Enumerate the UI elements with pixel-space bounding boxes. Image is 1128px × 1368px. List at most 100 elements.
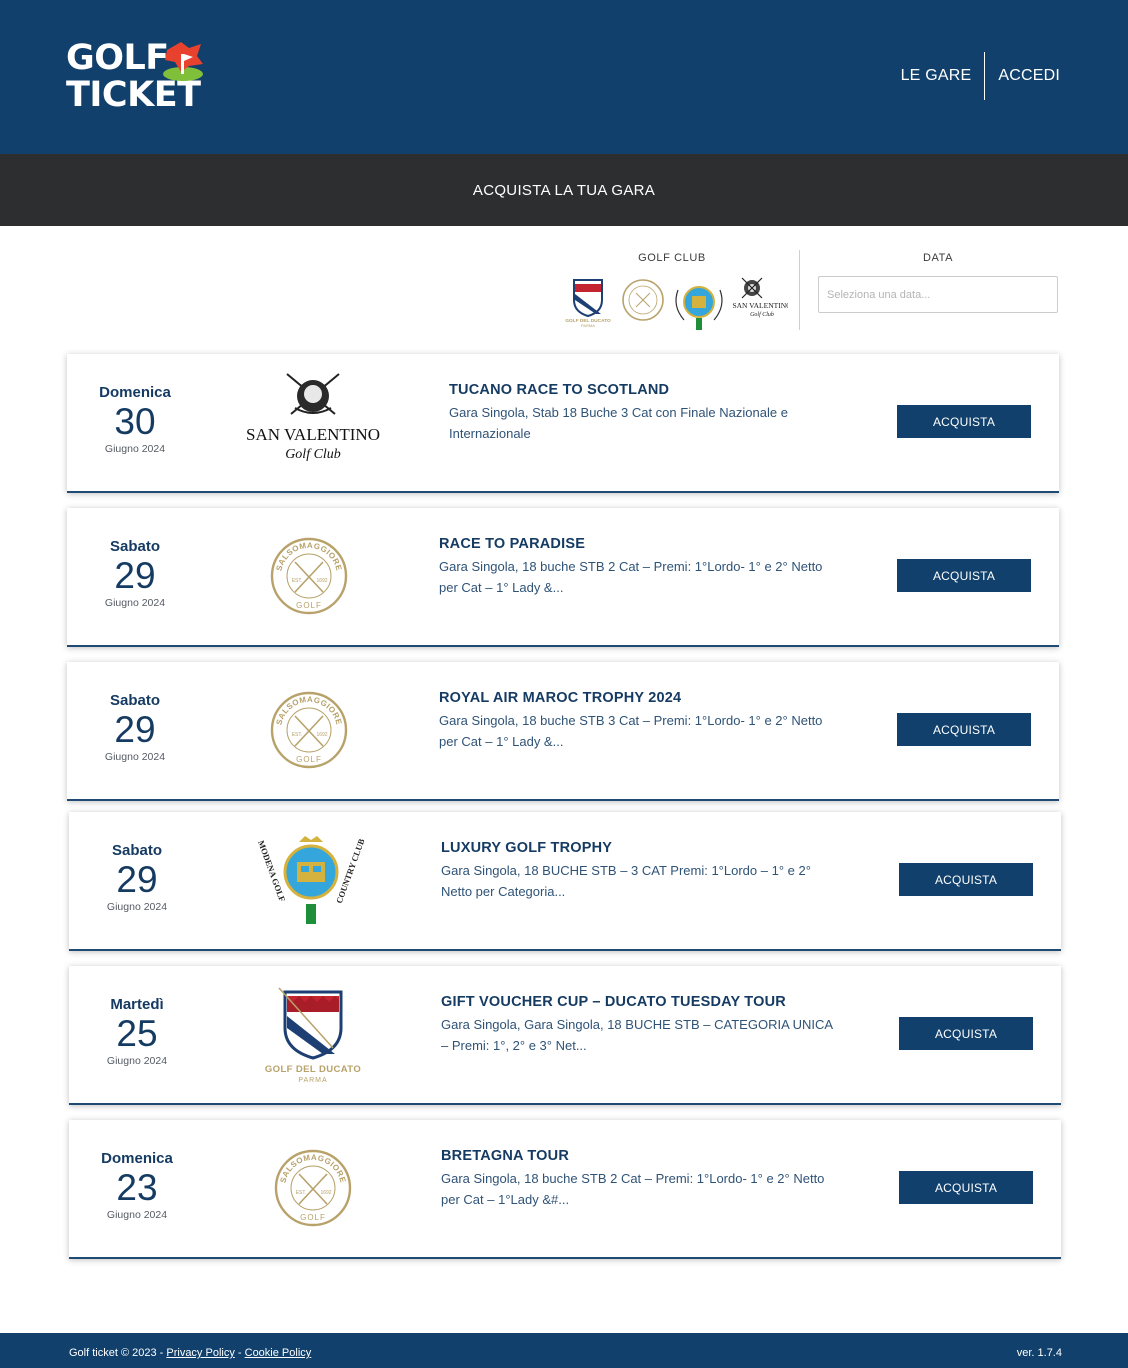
event-description: Gara Singola, Gara Singola, 18 BUCHE STB… (441, 1017, 833, 1053)
site-header: GOLF TICKET LE GARE ACCEDI (0, 0, 1128, 154)
event-day: 30 (114, 401, 156, 442)
ducato-logo: GOLF DEL DUCATO PARMA (265, 987, 361, 1084)
salso-golf: GOLF (300, 1213, 326, 1222)
acquista-button[interactable]: ACQUISTA (897, 713, 1031, 746)
san-valentino-emblem-icon: SAN VALENTINO Golf Club (732, 277, 792, 318)
footer-separator: - (234, 1347, 245, 1359)
page-title: ACQUISTA LA TUA GARA (472, 181, 656, 199)
event-card[interactable]: Sabato 29 Giugno 2024 RACE TO PARADISE Gara … (67, 508, 1059, 647)
modena-crest-icon (675, 286, 723, 330)
event-day: 29 (116, 859, 158, 900)
salso-year: 1692 (316, 578, 327, 584)
main-nav: LE GARE ACCEDI (901, 52, 1060, 100)
event-weekday: Domenica (99, 384, 171, 401)
event-month: Giugno 2024 (104, 443, 166, 455)
salso-year: 1692 (320, 1190, 331, 1196)
acquista-button[interactable]: ACQUISTA (899, 1017, 1033, 1050)
salso-est: EST. (292, 578, 303, 584)
san-valentino-logo: SAN VALENTINO Golf Club (246, 373, 380, 462)
event-day: 23 (116, 1167, 158, 1208)
filter-club-modena[interactable] (670, 276, 728, 332)
event-day: 29 (114, 709, 156, 750)
page-banner: ACQUISTA LA TUA GARA (0, 154, 1128, 226)
filter-club-salsomaggiore[interactable] (620, 276, 666, 322)
site-footer: Golf ticket © 2023 - Privacy Policy - Co… (0, 1333, 1128, 1368)
sanv-logo-line2: Golf Club (285, 447, 341, 462)
event-description: Gara Singola, 18 BUCHE STB – 3 CAT Premi… (441, 863, 811, 899)
salsomaggiore-seal-icon (622, 279, 664, 321)
event-title[interactable]: LUXURY GOLF TROPHY (441, 840, 841, 856)
event-card[interactable]: Domenica 30 Giugno 2024 TUCANO RACE TO SCOT… (67, 354, 1059, 493)
event-card[interactable]: Martedì 25 Giugno 2024 GIFT VOUCHER CUP – D… (69, 966, 1061, 1105)
event-month: Giugno 2024 (106, 1209, 168, 1221)
ducato-logo-name: GOLF DEL DUCATO (265, 1064, 361, 1075)
acquista-button[interactable]: ACQUISTA (899, 863, 1033, 896)
event-title[interactable]: BRETAGNA TOUR (441, 1148, 841, 1164)
salsomaggiore-logo: SALSOMAGGIORE EST. 1692 GOLF (270, 537, 348, 615)
footer-legal: Golf ticket © 2023 - Privacy Policy - Co… (69, 1347, 311, 1359)
event-month: Giugno 2024 (106, 1055, 168, 1067)
event-month: Giugno 2024 (104, 751, 166, 763)
event-title[interactable]: GIFT VOUCHER CUP – DUCATO TUESDAY TOUR (441, 994, 841, 1010)
event-weekday: Domenica (101, 1150, 173, 1167)
event-weekday: Sabato (109, 692, 160, 709)
sanv-mini-line1: SAN VALENTINO (732, 301, 788, 310)
event-month: Giugno 2024 (106, 901, 168, 913)
event-date: Sabato 29 Giugno 2024 (87, 538, 183, 609)
salso-golf: GOLF (296, 755, 322, 764)
date-filter: DATA (818, 252, 1058, 313)
date-picker-input[interactable] (818, 276, 1058, 313)
event-month: Giugno 2024 (104, 597, 166, 609)
salso-golf: GOLF (296, 601, 322, 610)
salso-year: 1692 (316, 732, 327, 738)
event-info: ROYAL AIR MAROC TROPHY 2024 Gara Singola,… (439, 690, 839, 752)
event-title[interactable]: TUCANO RACE TO SCOTLAND (449, 382, 849, 398)
event-date: Domenica 30 Giugno 2024 (87, 384, 183, 455)
acquista-button[interactable]: ACQUISTA (899, 1171, 1033, 1204)
event-card[interactable]: Domenica 23 Giugno 2024 BRETAGNA TOUR Gara S… (69, 1120, 1061, 1259)
event-title[interactable]: RACE TO PARADISE (439, 536, 839, 552)
event-title[interactable]: ROYAL AIR MAROC TROPHY 2024 (439, 690, 839, 706)
date-filter-label: DATA (922, 252, 954, 264)
event-info: TUCANO RACE TO SCOTLAND Gara Singola, Sta… (449, 382, 849, 444)
modena-left-text: MODENA GOLF (256, 839, 287, 903)
filter-divider (799, 250, 800, 330)
acquista-button[interactable]: ACQUISTA (897, 405, 1031, 438)
event-date: Martedì 25 Giugno 2024 (89, 996, 185, 1067)
salsomaggiore-logo: SALSOMAGGIORE EST. 1692 GOLF (270, 691, 348, 769)
event-description: Gara Singola, 18 buche STB 2 Cat – Premi… (441, 1171, 825, 1207)
event-day: 29 (114, 555, 156, 596)
footer-copyright: Golf ticket © 2023 - (69, 1347, 167, 1359)
ducato-shield-icon: GOLF DEL DUCATO PARMA (565, 279, 611, 328)
event-date: Domenica 23 Giugno 2024 (89, 1150, 185, 1221)
golf-ticket-logo[interactable]: GOLF TICKET (66, 40, 216, 124)
filter-club-ducato[interactable]: GOLF DEL DUCATO PARMA (560, 276, 616, 328)
nav-divider (984, 52, 986, 100)
event-description: Gara Singola, 18 buche STB 3 Cat – Premi… (439, 713, 823, 749)
event-day: 25 (116, 1013, 158, 1054)
modena-right-text: COUNTRY CLUB (334, 837, 367, 905)
event-weekday: Sabato (111, 842, 162, 859)
event-card[interactable]: Sabato 29 Giugno 2024 ROYAL AIR MAROC TROPH… (67, 662, 1059, 801)
golf-club-filter-label: GOLF CLUB (638, 252, 706, 264)
salso-est: EST. (296, 1190, 307, 1196)
filter-club-san-valentino[interactable]: SAN VALENTINO Golf Club (732, 276, 792, 324)
salso-est: EST. (292, 732, 303, 738)
event-description: Gara Singola, Stab 18 Buche 3 Cat con Fi… (449, 405, 788, 441)
nav-le-gare[interactable]: LE GARE (901, 67, 972, 85)
event-date: Sabato 29 Giugno 2024 (87, 692, 183, 763)
version-label: ver. 1.7.4 (1016, 1347, 1062, 1359)
cookie-policy-link[interactable]: Cookie Policy (245, 1347, 312, 1359)
event-info: GIFT VOUCHER CUP – DUCATO TUESDAY TOUR Ga… (441, 994, 841, 1056)
event-info: RACE TO PARADISE Gara Singola, 18 buche S… (439, 536, 839, 598)
sanv-logo-line1: SAN VALENTINO (246, 425, 380, 444)
acquista-button[interactable]: ACQUISTA (897, 559, 1031, 592)
event-info: BRETAGNA TOUR Gara Singola, 18 buche STB … (441, 1148, 841, 1210)
event-card[interactable]: Sabato 29 Giugno 2024 LUXURY GOLF TROPHY Gar… (69, 812, 1061, 951)
privacy-policy-link[interactable]: Privacy Policy (166, 1347, 234, 1359)
event-weekday: Sabato (109, 538, 160, 555)
modena-logo: MODENA GOLF COUNTRY CLUB (256, 836, 367, 924)
nav-accedi[interactable]: ACCEDI (998, 67, 1060, 85)
salsomaggiore-logo: SALSOMAGGIORE EST. 1692 GOLF (274, 1149, 352, 1227)
event-description: Gara Singola, 18 buche STB 2 Cat – Premi… (439, 559, 823, 595)
